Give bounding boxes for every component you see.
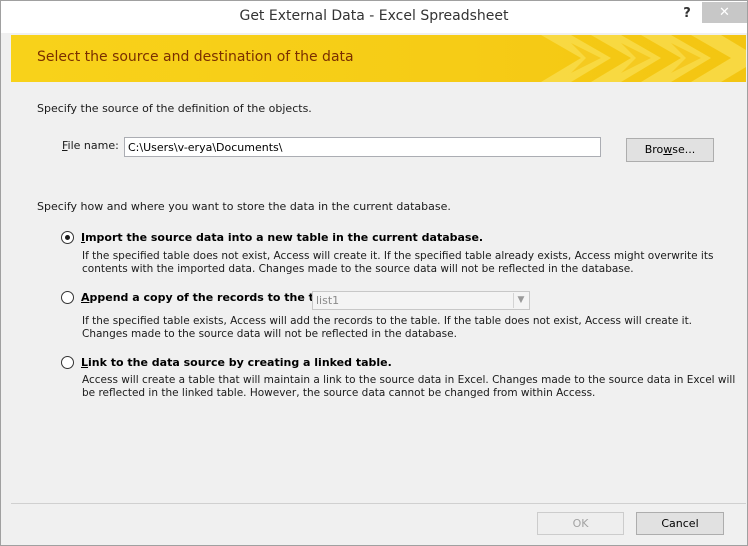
close-button[interactable]: ✕ <box>702 2 747 23</box>
window-title: Get External Data - Excel Spreadsheet <box>239 8 509 24</box>
import-radio[interactable] <box>61 231 74 244</box>
link-description-line-1: Access will create a table that will mai… <box>82 374 736 386</box>
close-icon: ✕ <box>719 5 730 20</box>
append-radio[interactable] <box>61 291 74 304</box>
file-name-input[interactable] <box>124 137 601 157</box>
append-description-line-1: If the specified table exists, Access wi… <box>82 315 693 327</box>
dialog-window: Get External Data - Excel Spreadsheet ? … <box>0 0 748 546</box>
append-table-value: list1 <box>316 294 340 307</box>
banner-heading: Select the source and destination of the… <box>37 49 354 65</box>
source-intro: Specify the source of the definition of … <box>37 102 312 115</box>
import-description-line-1: If the specified table does not exist, A… <box>82 250 714 262</box>
link-radio[interactable] <box>61 356 74 369</box>
link-option-label[interactable]: Link to the data source by creating a li… <box>81 356 392 369</box>
title-bar: Get External Data - Excel Spreadsheet ? … <box>1 1 747 33</box>
file-name-label: File name: <box>62 139 119 152</box>
browse-button[interactable]: Browse... <box>626 138 714 162</box>
append-option-label[interactable]: Append a copy of the records to the tabl… <box>81 291 345 304</box>
dialog-body: Specify the source of the definition of … <box>11 82 746 503</box>
import-option-label[interactable]: Import the source data into a new table … <box>81 231 483 244</box>
footer-divider <box>11 503 746 504</box>
radio-selected-dot <box>65 235 70 240</box>
help-button[interactable]: ? <box>677 4 697 24</box>
append-description-line-2: Changes made to the source data will not… <box>82 328 457 340</box>
destination-intro: Specify how and where you want to store … <box>37 200 451 213</box>
import-description-line-2: contents with the imported data. Changes… <box>82 263 634 275</box>
ok-button[interactable]: OK <box>537 512 624 535</box>
header-banner: Select the source and destination of the… <box>11 35 746 82</box>
chevron-down-icon: ▼ <box>513 293 528 308</box>
link-description-line-2: be reflected in the linked table. Howeve… <box>82 387 596 399</box>
cancel-button[interactable]: Cancel <box>636 512 724 535</box>
append-table-select[interactable]: list1 ▼ <box>312 291 530 310</box>
